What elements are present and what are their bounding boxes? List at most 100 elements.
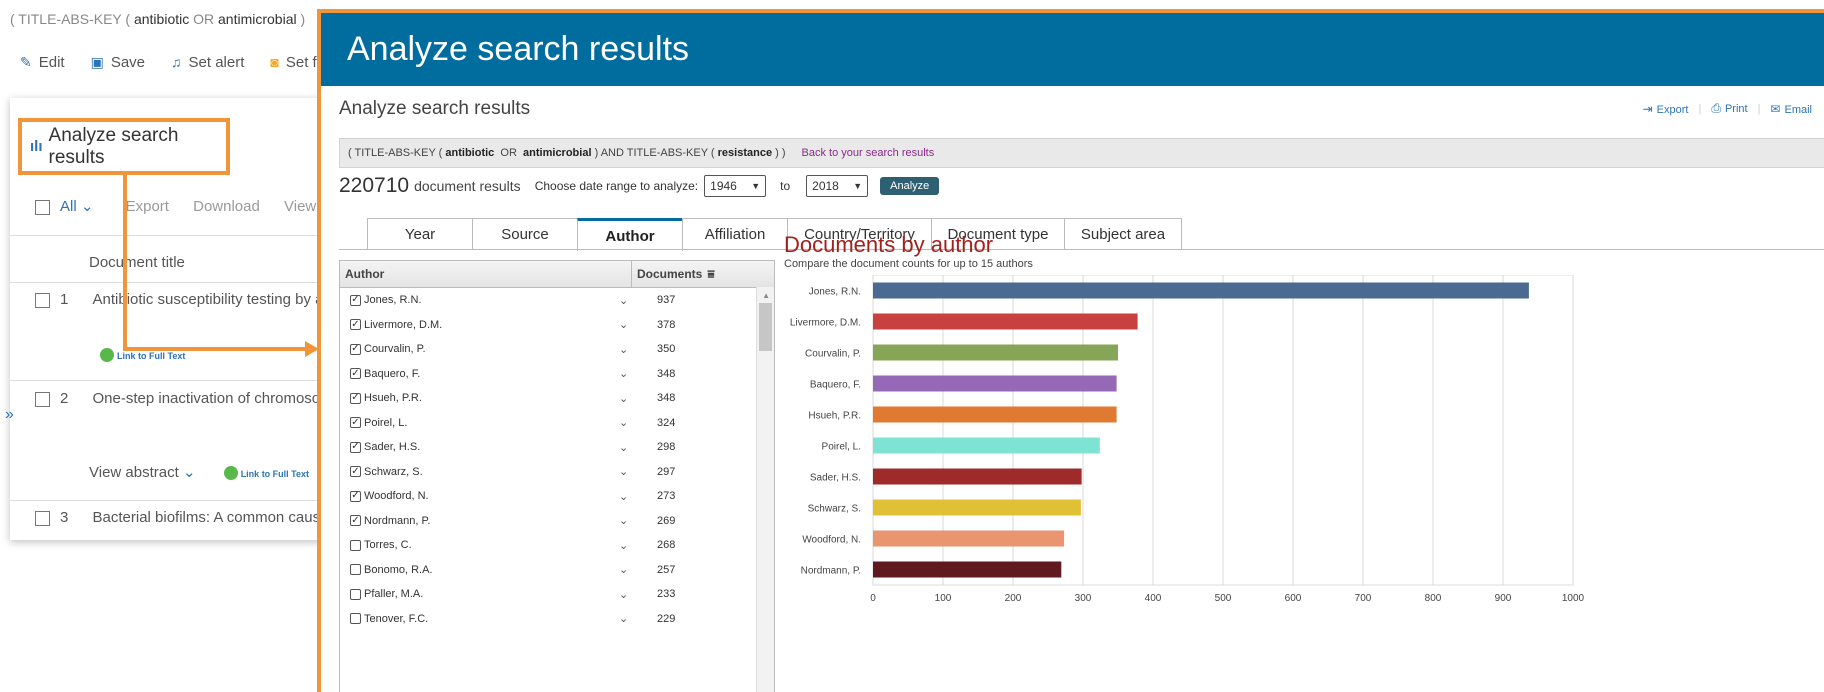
chevron-down-icon[interactable]: ⌄ bbox=[619, 588, 639, 601]
document-count: 269 bbox=[657, 514, 676, 527]
download-link[interactable]: Download bbox=[193, 198, 260, 215]
document-title-link[interactable]: Bacterial biofilms: A common cause bbox=[93, 509, 329, 526]
column-header-title: Document title bbox=[89, 254, 185, 271]
select-all-checkbox[interactable] bbox=[35, 199, 50, 215]
author-checkbox[interactable] bbox=[350, 539, 361, 551]
bar-sader-h-s[interactable] bbox=[873, 468, 1082, 485]
bar-livermore-d-m[interactable] bbox=[873, 313, 1138, 330]
row-checkbox[interactable] bbox=[35, 510, 50, 526]
scroll-up-icon[interactable]: ▲ bbox=[762, 291, 770, 300]
author-checkbox[interactable]: ✓ bbox=[350, 343, 361, 355]
chevron-down-icon[interactable]: ⌄ bbox=[619, 612, 639, 625]
author-checkbox[interactable]: ✓ bbox=[350, 392, 361, 404]
author-name: Bonomo, R.A. bbox=[364, 563, 433, 576]
chevron-down-icon[interactable]: ⌄ bbox=[619, 343, 639, 356]
set-alert-button[interactable]: ♫ Set alert bbox=[171, 54, 244, 71]
bar-woodford-n[interactable] bbox=[873, 530, 1065, 547]
author-checkbox[interactable]: ✓ bbox=[350, 294, 361, 306]
author-checkbox[interactable]: ✓ bbox=[350, 515, 361, 527]
row-checkbox[interactable] bbox=[35, 292, 50, 308]
author-checkbox[interactable] bbox=[350, 564, 361, 576]
author-checkbox[interactable] bbox=[350, 588, 361, 600]
column-header-documents[interactable]: Documents ⩸ bbox=[632, 261, 774, 287]
author-checkbox[interactable]: ✓ bbox=[350, 368, 361, 380]
author-name: Pfaller, M.A. bbox=[364, 588, 424, 601]
tab-author[interactable]: Author bbox=[577, 218, 683, 251]
document-title-link[interactable]: One-step inactivation of chromosom bbox=[93, 390, 333, 407]
analyze-button[interactable]: Analyze bbox=[880, 177, 940, 195]
select-all-dropdown[interactable]: All ⌄ bbox=[60, 198, 93, 215]
column-header-author[interactable]: Author bbox=[340, 261, 632, 287]
library-icon bbox=[223, 466, 238, 481]
connector-line bbox=[123, 347, 313, 351]
author-name: Nordmann, P. bbox=[364, 514, 431, 527]
date-to-select[interactable]: 2018 ▼ bbox=[806, 175, 869, 197]
tab-year[interactable]: Year bbox=[367, 218, 473, 250]
document-count: 273 bbox=[657, 490, 676, 503]
x-tick-label: 100 bbox=[935, 593, 952, 604]
bar-hsueh-p-r[interactable] bbox=[873, 406, 1117, 423]
analysis-tabs: Year Source Author Affiliation Country/T… bbox=[367, 218, 1182, 251]
chevron-down-icon[interactable]: ⌄ bbox=[619, 514, 639, 527]
bar-schwarz-s[interactable] bbox=[873, 499, 1081, 516]
document-count: 348 bbox=[657, 367, 676, 380]
table-row: ✓ Baquero, F. ⌄ 348 bbox=[340, 362, 774, 387]
chevron-down-icon[interactable]: ⌄ bbox=[619, 539, 639, 552]
row-checkbox[interactable] bbox=[35, 391, 50, 407]
edit-button[interactable]: ✎ Edit bbox=[20, 54, 65, 71]
author-checkbox[interactable]: ✓ bbox=[350, 319, 361, 331]
author-name: Poirel, L. bbox=[364, 416, 408, 429]
date-from-select[interactable]: 1946 ▼ bbox=[704, 175, 767, 197]
bar-nordmann-p[interactable] bbox=[873, 561, 1062, 578]
chevron-down-icon[interactable]: ⌄ bbox=[619, 367, 639, 380]
chevron-down-icon[interactable]: ⌄ bbox=[619, 318, 639, 331]
chevron-down-icon[interactable]: ⌄ bbox=[619, 465, 639, 478]
chevron-down-icon[interactable]: ⌄ bbox=[619, 416, 639, 429]
chevron-down-icon[interactable]: ⌄ bbox=[619, 294, 639, 307]
export-link[interactable]: Export bbox=[126, 198, 169, 215]
export-link[interactable]: ⇥ Export bbox=[1643, 102, 1689, 116]
author-checkbox[interactable]: ✓ bbox=[350, 466, 361, 478]
tab-affiliation[interactable]: Affiliation bbox=[682, 218, 788, 250]
bar-baquero-f[interactable] bbox=[873, 375, 1117, 392]
author-checkbox[interactable]: ✓ bbox=[350, 490, 361, 502]
scrollbar-thumb[interactable] bbox=[759, 303, 772, 351]
author-checkbox[interactable]: ✓ bbox=[350, 441, 361, 453]
email-link[interactable]: ✉ Email bbox=[1770, 102, 1812, 116]
document-title-link[interactable]: Antibiotic susceptibility testing by a s bbox=[93, 291, 336, 308]
table-row: ✓ Jones, R.N. ⌄ 937 bbox=[340, 288, 774, 313]
view-abstract-link[interactable]: View abstract ⌄ bbox=[89, 464, 196, 481]
connector-line bbox=[123, 175, 127, 351]
list-toolbar: All ⌄ Export Download View cita bbox=[35, 197, 344, 215]
tab-source[interactable]: Source bbox=[472, 218, 578, 250]
chevron-down-icon[interactable]: ⌄ bbox=[619, 490, 639, 503]
rss-icon: ◙ bbox=[270, 54, 279, 70]
double-chevron-right-icon[interactable]: » bbox=[5, 406, 14, 424]
back-to-results-link[interactable]: Back to your search results bbox=[802, 147, 935, 159]
bar-jones-r-n[interactable] bbox=[873, 282, 1529, 299]
chevron-down-icon[interactable]: ⌄ bbox=[619, 441, 639, 454]
bar-poirel-l[interactable] bbox=[873, 437, 1100, 454]
documents-by-author-chart: 0 100 200 300 400 500 600 700 800 900 1000 Jones, R… bbox=[790, 275, 1585, 604]
x-tick-label: 900 bbox=[1495, 593, 1512, 604]
author-checkbox[interactable] bbox=[350, 613, 361, 625]
chevron-down-icon[interactable]: ⌄ bbox=[619, 563, 639, 576]
bar-courvalin-p[interactable] bbox=[873, 344, 1118, 361]
chevron-down-icon: ⌄ bbox=[80, 198, 94, 215]
analyze-search-results-link[interactable]: ılı Analyze search results bbox=[18, 118, 230, 175]
chevron-down-icon[interactable]: ⌄ bbox=[619, 392, 639, 405]
x-tick-label: 300 bbox=[1075, 593, 1092, 604]
x-tick-label: 700 bbox=[1355, 593, 1372, 604]
y-category-label: Woodford, N. bbox=[802, 535, 861, 546]
author-name: Livermore, D.M. bbox=[364, 318, 443, 331]
link-full-text-badge[interactable]: Link to Full Text bbox=[223, 464, 309, 481]
table-row: ✓ Woodford, N. ⌄ 273 bbox=[340, 484, 774, 509]
caret-down-icon: ▼ bbox=[751, 181, 761, 191]
document-count: 350 bbox=[657, 343, 676, 356]
print-link[interactable]: ⎙ Print bbox=[1711, 101, 1747, 116]
y-category-label: Poirel, L. bbox=[822, 442, 861, 453]
y-category-label: Schwarz, S. bbox=[808, 504, 861, 515]
author-checkbox[interactable]: ✓ bbox=[350, 417, 361, 429]
save-button[interactable]: ▣ Save bbox=[91, 54, 145, 71]
tab-subject-area[interactable]: Subject area bbox=[1064, 218, 1182, 250]
